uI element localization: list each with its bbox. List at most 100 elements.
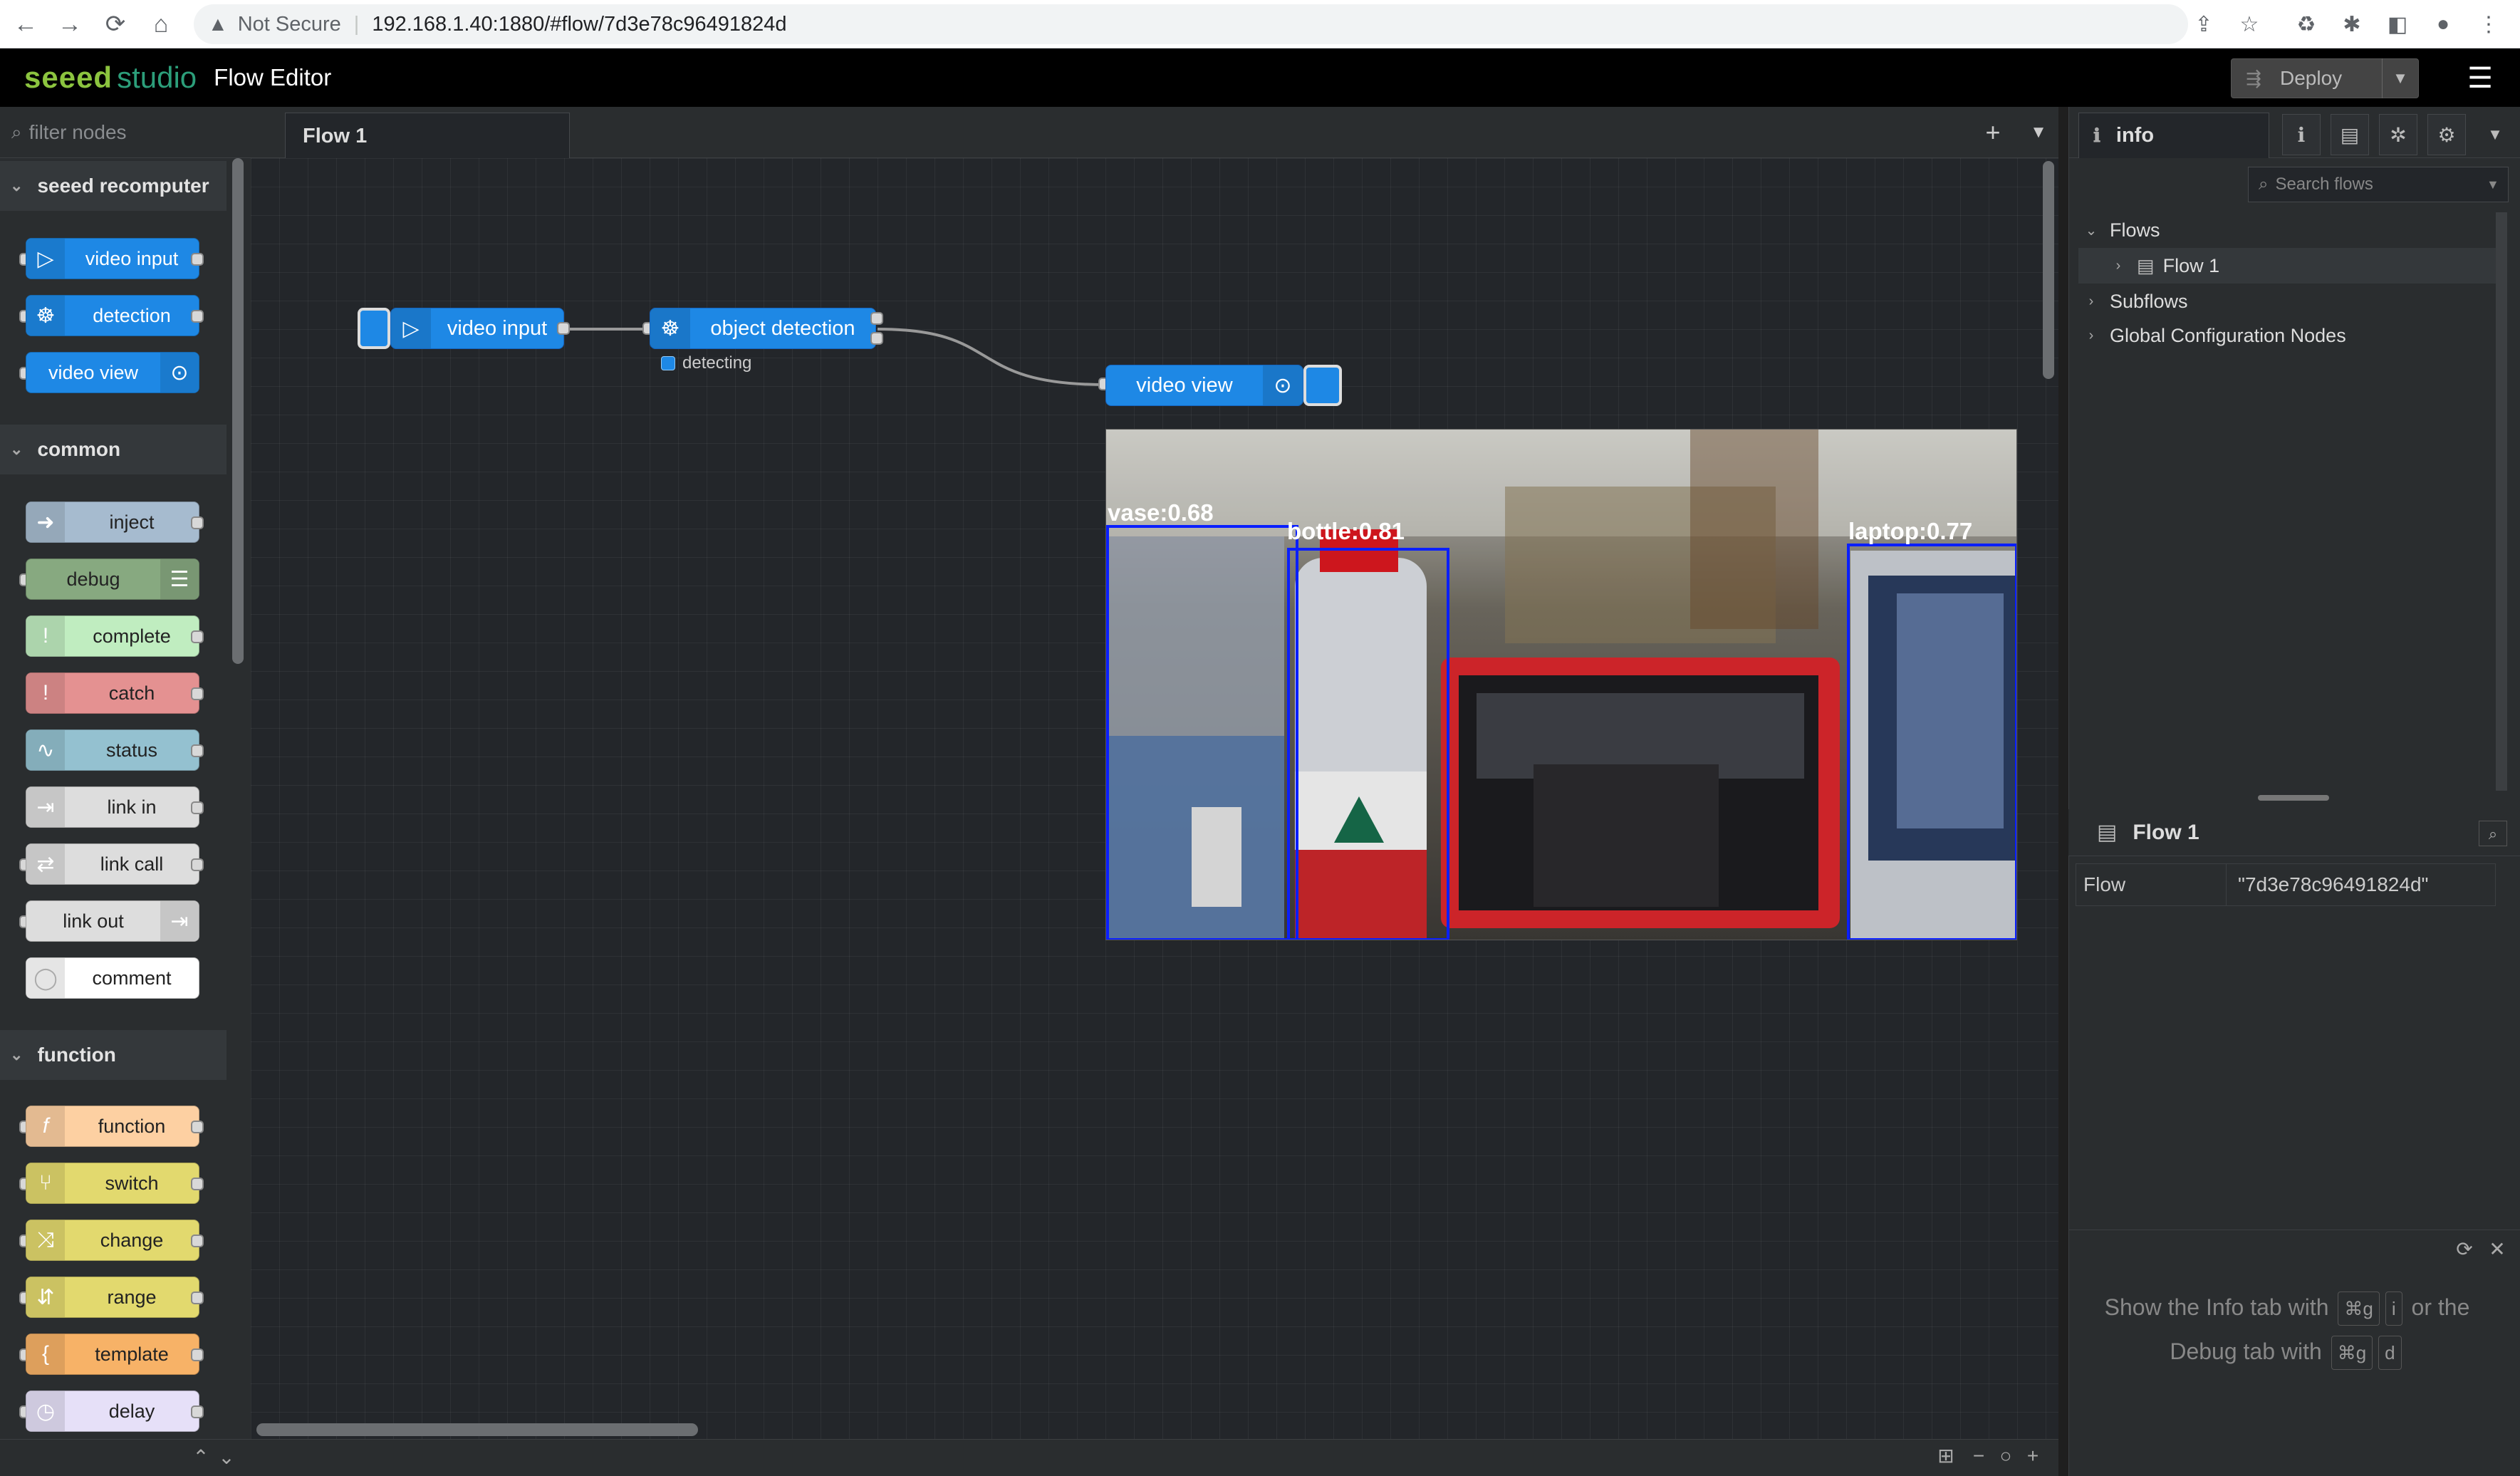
deploy-dropdown-icon[interactable]: ▼ <box>2382 58 2418 98</box>
palette-node-change[interactable]: ⤨ change <box>26 1220 199 1261</box>
function-f-icon: f <box>26 1106 65 1146</box>
sidebar-dropdown-icon[interactable]: ▼ <box>2476 114 2514 155</box>
address-bar[interactable]: ▲ Not Secure | 192.168.1.40:1880/#flow/7… <box>194 4 2188 44</box>
home-icon[interactable]: ⌂ <box>144 7 178 41</box>
palette-node-comment[interactable]: ◯ comment <box>26 957 199 999</box>
output-port <box>191 687 204 700</box>
exclamation-icon: ! <box>26 673 65 713</box>
collapse-down-icon[interactable]: ⌄ <box>212 1443 241 1472</box>
wire-detection-to-view[interactable] <box>877 328 1106 386</box>
help-text: or the <box>2411 1294 2470 1320</box>
brain-icon: ☸ <box>26 296 65 336</box>
refresh-icon[interactable]: ⟳ <box>2450 1235 2479 1264</box>
side-panel-icon[interactable]: ◧ <box>2382 9 2413 40</box>
node-label: template <box>95 1343 169 1365</box>
palette-node-video-view[interactable]: video view ⊙ <box>26 352 199 393</box>
node-label: detection <box>93 304 171 326</box>
flow-node-video-input[interactable]: ▷ video input <box>390 308 564 349</box>
bookmark-star-icon[interactable]: ☆ <box>2234 9 2265 40</box>
zoom-reset-icon[interactable]: ○ <box>1991 1442 2020 1470</box>
zoom-out-icon[interactable]: − <box>1964 1442 1993 1470</box>
node-label: video view <box>48 361 139 383</box>
output-port[interactable] <box>557 322 570 335</box>
search-flows-input[interactable]: ⌕ Search flows ▼ <box>2248 167 2509 202</box>
palette-node-delay[interactable]: ◷ delay <box>26 1391 199 1432</box>
output-port <box>191 1235 204 1247</box>
tab-info-label: info <box>2115 124 2155 147</box>
link-call-icon: ⇄ <box>26 844 65 884</box>
extensions-puzzle-icon[interactable]: ✱ <box>2336 9 2368 40</box>
category-function[interactable]: ⌄ function <box>0 1030 227 1080</box>
category-common[interactable]: ⌄ common <box>0 425 227 474</box>
main-menu-icon[interactable]: ☰ <box>2464 63 2496 94</box>
category-seeed-recomputer[interactable]: ⌄ seeed recomputer <box>0 161 227 211</box>
bug-icon[interactable]: ✲ <box>2379 114 2417 155</box>
flow-node-object-detection[interactable]: ☸ object detection <box>650 308 876 349</box>
reload-icon[interactable]: ⟳ <box>98 7 132 41</box>
flow-property-row: Flow "7d3e78c96491824d" <box>2076 863 2496 906</box>
sidebar-scrollbar[interactable] <box>2496 212 2507 791</box>
tree-global-config[interactable]: › Global Configuration Nodes <box>2078 318 2496 353</box>
inject-button[interactable] <box>358 308 390 349</box>
change-shuffle-icon: ⤨ <box>26 1220 65 1260</box>
forward-icon[interactable]: → <box>53 7 87 41</box>
palette-node-link-in[interactable]: ⇥ link in <box>26 786 199 828</box>
range-icon: ⇵ <box>26 1277 65 1317</box>
palette-node-switch[interactable]: ⑂ switch <box>26 1163 199 1204</box>
canvas-horizontal-scrollbar[interactable] <box>256 1423 698 1436</box>
palette-node-range[interactable]: ⇵ range <box>26 1277 199 1318</box>
browser-menu-icon[interactable]: ⋮ <box>2473 9 2504 40</box>
back-icon[interactable]: ← <box>9 7 43 41</box>
sidebar-resize-handle[interactable] <box>2258 795 2329 801</box>
tree-flow-1[interactable]: › ▤ Flow 1 <box>2078 248 2496 284</box>
inject-arrow-icon: ➜ <box>26 502 65 542</box>
tab-flow-1[interactable]: Flow 1 <box>285 113 570 159</box>
palette-node-function[interactable]: f function <box>26 1106 199 1147</box>
flow-document-icon: ▤ <box>2097 821 2118 844</box>
palette-node-debug[interactable]: debug ☰ <box>26 558 199 600</box>
node-label: change <box>100 1229 164 1251</box>
recycle-extension-icon[interactable]: ♻ <box>2291 9 2322 40</box>
output-port-2[interactable] <box>870 332 883 345</box>
close-icon[interactable]: ✕ <box>2483 1235 2511 1264</box>
chevron-down-icon[interactable]: ▼ <box>2487 177 2508 192</box>
collapse-up-icon[interactable]: ⌃ <box>187 1443 215 1472</box>
view-toggle-button[interactable] <box>1303 365 1342 406</box>
flow-node-video-view[interactable]: video view ⊙ <box>1105 365 1303 406</box>
profile-avatar-icon[interactable]: ● <box>2427 9 2459 40</box>
share-icon[interactable]: ⇪ <box>2188 9 2219 40</box>
palette-node-status[interactable]: ∿ status <box>26 729 199 771</box>
filter-nodes-input[interactable]: ⌕ filter nodes <box>0 107 251 158</box>
clock-icon: ◷ <box>26 1391 65 1431</box>
switch-icon: ⑂ <box>26 1163 65 1203</box>
palette-node-complete[interactable]: ! complete <box>26 615 199 657</box>
output-port <box>191 1405 204 1418</box>
deploy-button[interactable]: ⇶ Deploy ▼ <box>2231 58 2419 98</box>
tree-flows[interactable]: ⌄ Flows <box>2078 212 2496 248</box>
output-port <box>191 1348 204 1361</box>
palette-node-inject[interactable]: ➜ inject <box>26 501 199 543</box>
output-port-1[interactable] <box>870 312 883 325</box>
address-separator: | <box>353 12 360 36</box>
tree-subflows[interactable]: › Subflows <box>2078 284 2496 319</box>
tab-list-dropdown-icon[interactable]: ▼ <box>2021 115 2056 150</box>
detection-box-laptop <box>1847 544 2016 940</box>
output-port <box>191 630 204 643</box>
canvas-vertical-scrollbar[interactable] <box>2043 161 2054 379</box>
palette-node-detection[interactable]: ☸ detection <box>26 295 199 336</box>
palette-node-template[interactable]: { template <box>26 1334 199 1375</box>
tab-info[interactable]: ℹ info <box>2078 113 2269 158</box>
property-value: "7d3e78c96491824d" <box>2238 873 2429 895</box>
search-icon[interactable]: ⌕ <box>2479 821 2507 846</box>
palette-node-catch[interactable]: ! catch <box>26 672 199 714</box>
info-circle-icon[interactable]: ℹ <box>2282 114 2321 155</box>
gear-icon[interactable]: ⚙ <box>2427 114 2466 155</box>
book-icon[interactable]: ▤ <box>2331 114 2369 155</box>
add-tab-icon[interactable]: + <box>1976 115 2010 150</box>
zoom-in-icon[interactable]: + <box>2019 1442 2047 1470</box>
map-icon[interactable]: ⊞ <box>1932 1442 1960 1470</box>
palette-node-link-out[interactable]: link out ⇥ <box>26 900 199 942</box>
palette-node-video-input[interactable]: ▷ video input <box>26 238 199 279</box>
palette-scrollbar[interactable] <box>232 158 244 664</box>
palette-node-link-call[interactable]: ⇄ link call <box>26 843 199 885</box>
